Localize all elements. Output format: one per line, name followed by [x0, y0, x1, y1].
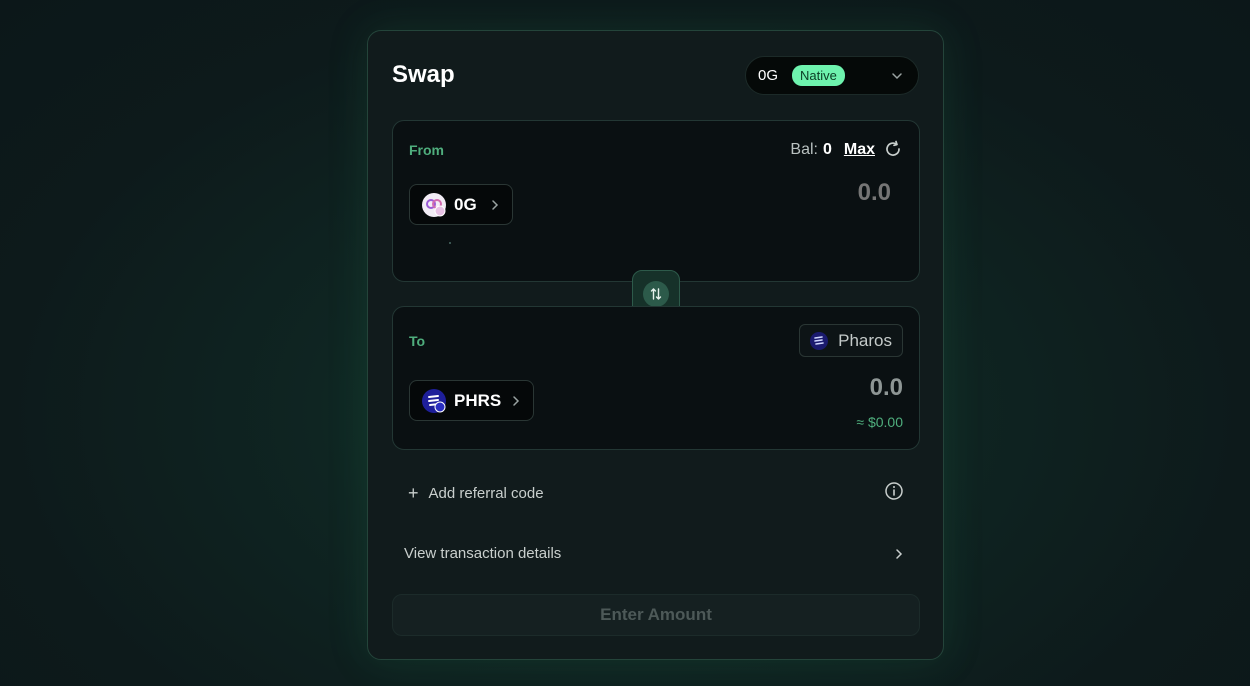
- network-chip[interactable]: Pharos: [799, 324, 903, 357]
- og-token-icon: [422, 192, 446, 217]
- to-token-symbol: PHRS: [454, 390, 502, 410]
- from-label: From: [409, 142, 444, 158]
- referral-label: Add referral code: [428, 485, 544, 502]
- from-token-selector[interactable]: 0G: [409, 184, 513, 225]
- enter-amount-button[interactable]: Enter Amount: [392, 594, 920, 636]
- network-name: Pharos: [838, 330, 892, 350]
- to-amount-display: 0.0: [869, 374, 903, 401]
- from-amount-input[interactable]: [691, 179, 891, 207]
- to-usd-value: ≈ $0.00: [856, 414, 903, 430]
- plus-icon: +: [408, 483, 419, 503]
- chevron-right-icon: [492, 199, 499, 210]
- info-icon[interactable]: [884, 481, 904, 501]
- decorative-dot: [449, 242, 451, 244]
- balance-value: 0: [822, 141, 832, 158]
- max-button[interactable]: Max: [844, 141, 875, 159]
- to-panel: To Pharos PHRS 0.0 ≈ $0.00: [392, 306, 920, 450]
- balance-display: Bal: 0 Max: [790, 141, 875, 159]
- to-token-selector[interactable]: PHRS: [409, 380, 534, 421]
- chevron-down-icon: [892, 73, 902, 80]
- swap-arrows-icon: [650, 288, 662, 300]
- details-label: View transaction details: [404, 545, 562, 562]
- pharos-network-icon: [810, 331, 829, 350]
- phrs-token-icon: [422, 388, 446, 413]
- view-transaction-details-button[interactable]: View transaction details: [392, 545, 920, 562]
- from-token-symbol: 0G: [454, 194, 477, 214]
- chevron-right-icon: [513, 395, 520, 406]
- to-label: To: [409, 333, 426, 349]
- chain-name: 0G: [758, 67, 779, 84]
- chain-selector[interactable]: 0G Native: [745, 56, 919, 95]
- native-badge: Native: [792, 65, 845, 86]
- balance-label: Bal:: [790, 141, 818, 158]
- add-referral-code-button[interactable]: + Add referral code: [392, 481, 920, 504]
- refresh-icon[interactable]: [883, 139, 903, 159]
- chevron-right-icon: [896, 549, 903, 559]
- from-panel: From Bal: 0 Max 0G: [392, 120, 920, 282]
- page-title: Swap: [392, 61, 455, 88]
- swap-card: Swap 0G Native From Bal: 0 Max 0G 0.0 To…: [367, 30, 944, 660]
